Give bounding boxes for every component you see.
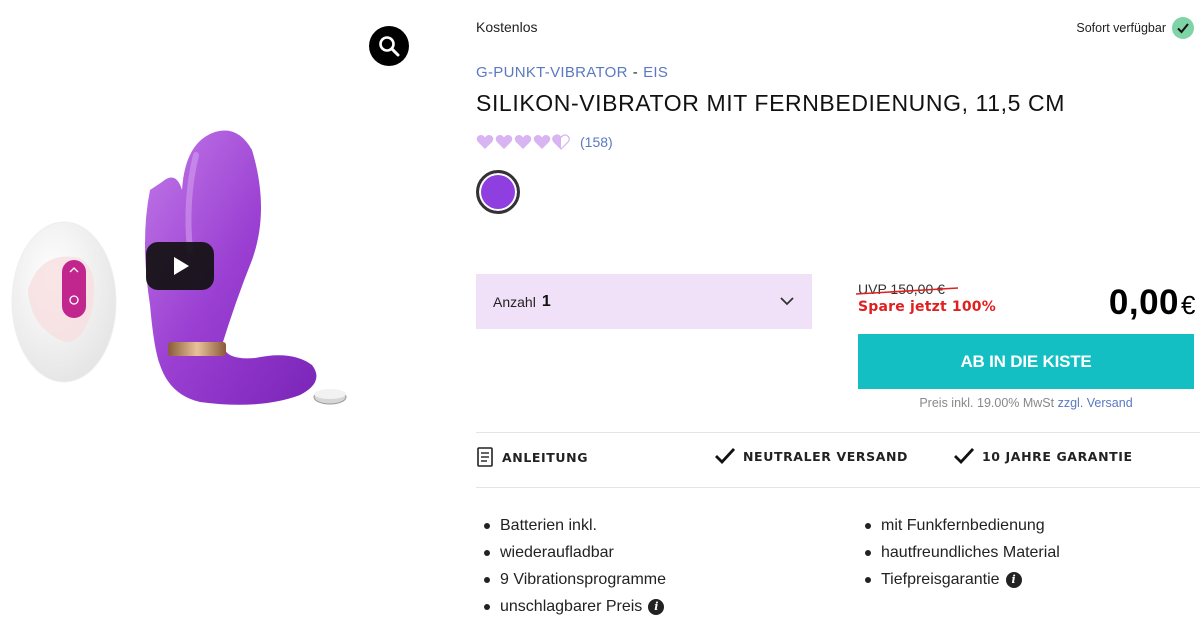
checkmark-icon — [954, 448, 974, 465]
feature-warranty: 10 JAHRE GARANTIE — [954, 447, 1133, 465]
bullet-dot — [484, 603, 490, 610]
magnifier-icon — [379, 36, 400, 57]
product-image[interactable] — [0, 110, 440, 430]
feature-manual[interactable]: ANLEITUNG — [476, 447, 588, 467]
zoom-button[interactable] — [369, 26, 409, 66]
play-video-button[interactable] — [146, 242, 214, 290]
heart-icon — [495, 135, 513, 149]
feature-list-right: mit Funkfernbedienung hautfreundliches M… — [857, 512, 1060, 593]
price-label: Kostenlos — [476, 19, 538, 35]
play-icon — [174, 257, 189, 275]
rating[interactable]: (158) — [476, 134, 613, 150]
list-item-text: unschlagbarer Preis — [500, 597, 643, 615]
price-currency: € — [1181, 290, 1196, 320]
half-heart-icon — [552, 134, 570, 150]
chevron-down-icon — [780, 297, 794, 306]
list-item: 9 Vibrationsprogramme — [476, 566, 666, 593]
strikethrough-line — [855, 287, 959, 295]
quantity-value: 1 — [541, 292, 551, 310]
list-item: unschlagbarer Preis i — [476, 593, 666, 620]
list-item-text: mit Funkfernbedienung — [881, 516, 1045, 534]
quantity-label: Anzahl — [493, 293, 536, 310]
checkmark-icon — [715, 448, 735, 465]
info-icon[interactable]: i — [1005, 571, 1022, 588]
list-item-text: 9 Vibrationsprogramme — [500, 570, 667, 588]
breadcrumb-separator: - — [632, 64, 639, 81]
divider — [476, 432, 1200, 433]
list-item: hautfreundliches Material — [857, 539, 1060, 566]
feature-label: 10 JAHRE GARANTIE — [982, 448, 1133, 464]
feature-list-left: Batterien inkl. wiederaufladbar 9 Vibrat… — [476, 512, 666, 620]
feature-label: ANLEITUNG — [502, 449, 589, 465]
list-item: Batterien inkl. — [476, 512, 666, 539]
bullet-dot — [865, 549, 871, 556]
shipping-link[interactable]: zzgl. Versand — [1058, 396, 1133, 410]
bullet-dot — [865, 576, 871, 583]
list-item: mit Funkfernbedienung — [857, 512, 1060, 539]
add-to-cart-button[interactable]: AB IN DIE KISTE — [858, 334, 1194, 389]
heart-icon — [533, 135, 551, 149]
list-item-text: Batterien inkl. — [500, 516, 597, 534]
quantity-select[interactable]: Anzahl 1 — [476, 274, 812, 329]
rating-hearts — [476, 134, 570, 150]
list-item-text: Tiefpreisgarantie — [881, 570, 1000, 588]
savings-text: Spare jetzt 100% — [858, 299, 996, 315]
bullet-dot — [865, 522, 871, 529]
list-item-text: wiederaufladbar — [500, 543, 614, 561]
bullet-dot — [484, 576, 490, 583]
current-price: 0,00€ — [1109, 283, 1196, 323]
price-block: UVP 150,00 € Spare jetzt 100% 0,00€ — [855, 280, 1196, 330]
product-info: Kostenlos Sofort verfügbar G-PUNKT-VIBRA… — [476, 0, 1200, 640]
available-check-icon — [1172, 17, 1194, 39]
availability-status: Sofort verfügbar — [1076, 17, 1194, 39]
heart-icon — [476, 135, 494, 149]
breadcrumb-brand[interactable]: EIS — [643, 64, 668, 81]
review-count[interactable]: (158) — [580, 134, 613, 150]
bullet-dot — [484, 522, 490, 529]
product-title: SILIKON-VIBRATOR MIT FERNBEDIENUNG, 11,5… — [476, 90, 1065, 116]
list-item: wiederaufladbar — [476, 539, 666, 566]
divider — [476, 487, 1200, 488]
feature-label: NEUTRALER VERSAND — [743, 448, 909, 464]
breadcrumb: G-PUNKT-VIBRATOR - EIS — [476, 64, 668, 81]
feature-shipping: NEUTRALER VERSAND — [715, 447, 908, 465]
document-icon — [477, 447, 493, 467]
tax-text: Preis inkl. 19.00% MwSt — [919, 396, 1055, 410]
breadcrumb-category[interactable]: G-PUNKT-VIBRATOR — [476, 64, 628, 81]
list-item: Tiefpreisgarantie i — [857, 566, 1060, 593]
bullet-dot — [484, 549, 490, 556]
info-icon[interactable]: i — [648, 598, 665, 615]
color-swatch-purple[interactable] — [476, 170, 520, 214]
availability-text: Sofort verfügbar — [1076, 21, 1166, 35]
tax-note: Preis inkl. 19.00% MwSt zzgl. Versand — [858, 396, 1194, 410]
product-media — [0, 0, 440, 640]
heart-icon — [514, 135, 532, 149]
feature-bar: ANLEITUNG NEUTRALER VERSAND 10 JAHRE GAR… — [476, 445, 1200, 475]
list-item-text: hautfreundliches Material — [881, 543, 1060, 561]
price-value: 0,00 — [1108, 283, 1180, 322]
